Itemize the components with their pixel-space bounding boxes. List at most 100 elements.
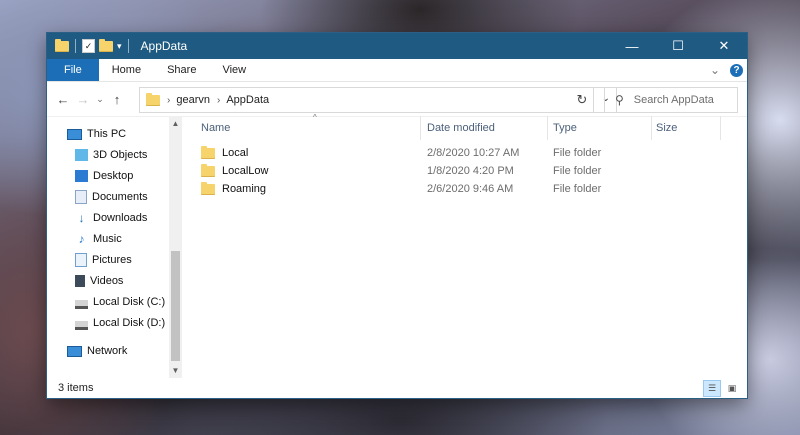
column-header-name[interactable]: Name ^ bbox=[201, 113, 421, 140]
scroll-up-icon[interactable]: ▲ bbox=[169, 119, 182, 128]
file-name: Roaming bbox=[222, 183, 267, 195]
sidebar-item-label: Music bbox=[93, 233, 122, 245]
desktop-icon bbox=[75, 170, 88, 182]
explorer-window: ✓ ▾ AppData — ☐ ✕ File Home Share View ⌄… bbox=[47, 33, 747, 398]
sidebar-item-label: Videos bbox=[90, 275, 124, 287]
video-icon bbox=[75, 275, 85, 287]
quick-access-toolbar: ✓ ▾ bbox=[47, 33, 131, 59]
large-icons-view-icon[interactable]: ▣ bbox=[723, 380, 741, 397]
column-divider[interactable] bbox=[420, 116, 421, 140]
customize-toolbar-icon[interactable]: ▾ bbox=[117, 41, 122, 52]
item-count: 3 items bbox=[58, 382, 94, 394]
sidebar-item-label: Local Disk (C:) bbox=[93, 296, 166, 308]
status-bar: 3 items ☰ ▣ bbox=[47, 378, 747, 398]
address-bar-row: ← → ⌄ ↑ › gearvn › AppData ⌄ ↻ ⚲ Search … bbox=[47, 82, 747, 117]
sidebar-item-label: Pictures bbox=[92, 254, 132, 266]
tab-share[interactable]: Share bbox=[154, 59, 209, 81]
breadcrumb-separator-icon[interactable]: › bbox=[167, 95, 170, 106]
sidebar-item-label: 3D Objects bbox=[93, 149, 148, 161]
folder-icon bbox=[201, 163, 215, 177]
file-date: 2/8/2020 10:27 AM bbox=[427, 147, 520, 159]
sidebar-item-label: Network bbox=[87, 345, 128, 357]
sidebar-item-music[interactable]: ♪ Music bbox=[75, 229, 122, 249]
column-header-label: Name bbox=[201, 122, 231, 134]
window-title: AppData bbox=[140, 39, 188, 53]
back-button[interactable]: ← bbox=[53, 92, 73, 107]
file-date: 1/8/2020 4:20 PM bbox=[427, 165, 514, 177]
nav-scrollbar[interactable]: ▲ ▼ bbox=[169, 116, 182, 378]
search-icon: ⚲ bbox=[615, 93, 624, 107]
new-folder-icon[interactable] bbox=[99, 38, 113, 52]
ribbon-tabs: File Home Share View ⌄ ? bbox=[47, 59, 747, 82]
folder-icon bbox=[201, 145, 215, 159]
column-header-type[interactable]: Type bbox=[553, 116, 577, 140]
details-view-icon[interactable]: ☰ bbox=[703, 380, 721, 397]
document-icon bbox=[75, 190, 87, 204]
pc-icon bbox=[67, 128, 82, 140]
column-header-date[interactable]: Date modified bbox=[427, 116, 495, 140]
sort-ascending-icon: ^ bbox=[313, 113, 317, 122]
refresh-button[interactable]: ↻ bbox=[571, 87, 594, 113]
column-divider[interactable] bbox=[547, 116, 548, 140]
sidebar-item-label: This PC bbox=[87, 128, 127, 140]
download-icon: ↓ bbox=[78, 211, 85, 225]
breadcrumb-appdata[interactable]: AppData bbox=[226, 94, 269, 106]
forward-button[interactable]: → bbox=[73, 92, 93, 107]
search-field[interactable]: ⚲ Search AppData bbox=[604, 87, 738, 113]
sidebar-item-label: Downloads bbox=[93, 212, 148, 224]
title-bar[interactable]: ✓ ▾ AppData — ☐ ✕ bbox=[47, 33, 747, 59]
tab-home[interactable]: Home bbox=[99, 59, 154, 81]
close-button[interactable]: ✕ bbox=[701, 33, 747, 59]
ribbon-right: ⌄ ? bbox=[710, 59, 743, 81]
file-type: File folder bbox=[553, 165, 602, 177]
sidebar-item-label: Documents bbox=[92, 191, 148, 203]
expand-ribbon-icon[interactable]: ⌄ bbox=[710, 63, 720, 77]
folder-icon bbox=[146, 92, 160, 106]
file-row[interactable]: LocalLow 1/8/2020 4:20 PM File folder bbox=[201, 162, 721, 180]
sidebar-item-desktop[interactable]: Desktop bbox=[75, 166, 133, 186]
sidebar-item-documents[interactable]: Documents bbox=[75, 187, 148, 207]
sidebar-item-local-disk-c[interactable]: Local Disk (C:) bbox=[75, 292, 165, 312]
recent-locations-button[interactable]: ⌄ bbox=[93, 94, 107, 105]
navigation-buttons: ← → ⌄ ↑ bbox=[47, 92, 139, 107]
sidebar-item-videos[interactable]: Videos bbox=[75, 271, 123, 291]
column-header-size[interactable]: Size bbox=[656, 116, 677, 140]
breadcrumb-separator-icon[interactable]: › bbox=[217, 95, 220, 106]
file-type: File folder bbox=[553, 183, 602, 195]
breadcrumb-gearvn[interactable]: gearvn bbox=[176, 94, 210, 106]
sidebar-item-local-disk-d[interactable]: Local Disk (D:) bbox=[75, 313, 165, 333]
file-list: Name ^ Date modified Type Size Local 2/8… bbox=[191, 113, 747, 378]
file-row[interactable]: Roaming 2/6/2020 9:46 AM File folder bbox=[201, 180, 721, 198]
network-icon bbox=[67, 345, 82, 357]
scroll-down-icon[interactable]: ▼ bbox=[169, 366, 182, 375]
sidebar-item-downloads[interactable]: ↓ Downloads bbox=[75, 208, 148, 228]
navigation-pane: This PC 3D Objects Desktop Documents ↓ D… bbox=[47, 116, 183, 378]
scroll-thumb[interactable] bbox=[171, 251, 180, 361]
sidebar-item-3d-objects[interactable]: 3D Objects bbox=[75, 145, 147, 165]
file-row[interactable]: Local 2/8/2020 10:27 AM File folder bbox=[201, 144, 721, 162]
drive-icon bbox=[75, 299, 88, 309]
tab-file[interactable]: File bbox=[47, 59, 99, 81]
column-divider[interactable] bbox=[651, 116, 652, 140]
sidebar-item-this-pc[interactable]: This PC bbox=[67, 124, 126, 144]
maximize-button[interactable]: ☐ bbox=[655, 33, 701, 59]
drive-icon bbox=[75, 320, 88, 330]
file-name: Local bbox=[222, 147, 249, 159]
up-button[interactable]: ↑ bbox=[107, 92, 127, 107]
music-icon: ♪ bbox=[78, 232, 85, 246]
minimize-button[interactable]: — bbox=[609, 33, 655, 59]
toolbar-divider bbox=[127, 39, 129, 53]
properties-icon[interactable]: ✓ bbox=[82, 39, 95, 53]
column-divider[interactable] bbox=[720, 116, 721, 140]
help-icon[interactable]: ? bbox=[730, 63, 743, 77]
file-name: LocalLow bbox=[222, 165, 269, 177]
file-date: 2/6/2020 9:46 AM bbox=[427, 183, 514, 195]
sidebar-item-label: Desktop bbox=[93, 170, 134, 182]
sidebar-item-network[interactable]: Network bbox=[67, 341, 127, 361]
tab-view[interactable]: View bbox=[209, 59, 259, 81]
search-placeholder: Search AppData bbox=[633, 94, 714, 106]
folder-icon bbox=[201, 181, 215, 195]
sidebar-item-pictures[interactable]: Pictures bbox=[75, 250, 132, 270]
address-field[interactable]: › gearvn › AppData ⌄ bbox=[139, 87, 617, 113]
cube-icon bbox=[75, 149, 88, 161]
